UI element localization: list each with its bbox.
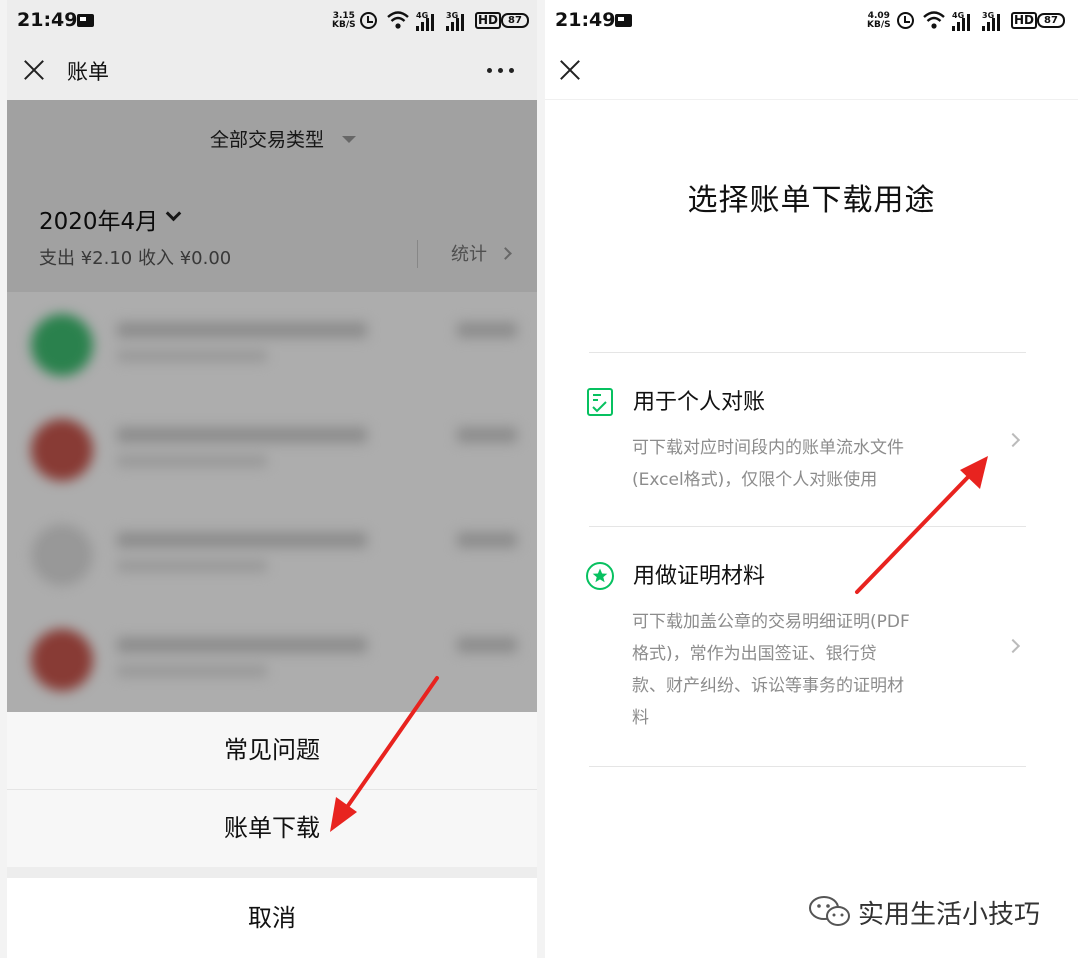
option-description-line: 格式)，常作为出国签证、银行贷 [632,644,877,664]
star-badge-icon [586,562,614,590]
checklist-doc-icon [587,388,613,416]
status-time: 21:49 [555,9,616,31]
signal-3g-icon: 3G [982,11,1008,31]
right-screenshot: 21:49 4.09 KB/S 4G 3G HD 87 选择账单下载用途 用于个… [545,0,1078,958]
network-speed-unit: KB/S [332,20,356,30]
option-description: 可下载对应时间段内的账单流水文件 (Excel格式)，仅限个人对账使用 [632,432,982,496]
option-description-line: (Excel格式)，仅限个人对账使用 [632,470,878,490]
alarm-icon [360,12,377,29]
divider [589,526,1026,527]
chevron-right-icon [1005,638,1021,654]
option-description-line: 可下载对应时间段内的账单流水文件 [632,438,904,458]
faq-option[interactable]: 常见问题 [7,712,537,789]
signal-4g-icon: 4G [416,11,442,31]
option-proof-document[interactable]: 用做证明材料 可下载加盖公章的交易明细证明(PDF 格式)，常作为出国签证、银行… [585,558,1032,758]
status-bar: 21:49 4.09 KB/S 4G 3G HD 87 [545,0,1078,42]
status-time: 21:49 [17,9,78,31]
option-title: 用做证明材料 [633,564,766,589]
close-icon[interactable] [559,59,581,81]
watermark-text: 实用生活小技巧 [858,900,1041,930]
bill-header: 账单 [7,42,537,100]
battery-icon: 87 [1037,13,1065,28]
network-speed-unit: KB/S [867,20,891,30]
panel-separator [537,0,545,958]
signal-4g-icon: 4G [952,11,978,31]
page-title: 选择账单下载用途 [687,183,936,218]
network-speed: 3.15 KB/S [332,12,356,30]
option-title: 用于个人对账 [633,390,766,415]
chevron-right-icon [1005,432,1021,448]
alarm-icon [897,12,914,29]
wifi-icon [923,11,945,29]
bill-download-option[interactable]: 账单下载 [7,790,537,867]
signal-3g-icon: 3G [446,11,472,31]
panel-margin [0,0,7,958]
option-description-line: 款、财产纠纷、诉讼等事务的证明材 [632,676,904,696]
cancel-button[interactable]: 取消 [7,878,537,958]
wifi-icon [387,11,409,29]
more-options-icon[interactable] [487,68,515,74]
option-personal-reconciliation[interactable]: 用于个人对账 可下载对应时间段内的账单流水文件 (Excel格式)，仅限个人对账… [585,384,1032,524]
modal-overlay[interactable] [7,100,537,712]
wechat-logo-icon [809,896,850,926]
hd-voice-icon: HD [475,12,502,29]
message-notification-icon [77,14,94,27]
status-bar: 21:49 3.15 KB/S 4G 3G HD 87 [7,0,537,42]
bill-page-dimmed: 全部交易类型 2020年4月 支出 ¥2.10 收入 ¥0.00 统计 [7,100,537,712]
divider [589,766,1026,767]
network-speed: 4.09 KB/S [867,12,891,30]
option-description-line: 料 [632,708,649,728]
left-screenshot: 21:49 3.15 KB/S 4G 3G HD 87 账单 全部交易类型 20… [7,0,537,958]
battery-icon: 87 [501,13,529,28]
download-header [545,42,1078,100]
message-notification-icon [615,14,632,27]
hd-voice-icon: HD [1011,12,1038,29]
divider [589,352,1026,353]
close-icon[interactable] [23,59,45,81]
option-description: 可下载加盖公章的交易明细证明(PDF 格式)，常作为出国签证、银行贷 款、财产纠… [632,606,982,734]
option-description-line: 可下载加盖公章的交易明细证明(PDF [632,612,910,632]
page-title: 账单 [67,60,109,84]
action-sheet: 常见问题 账单下载 取消 [7,712,537,958]
